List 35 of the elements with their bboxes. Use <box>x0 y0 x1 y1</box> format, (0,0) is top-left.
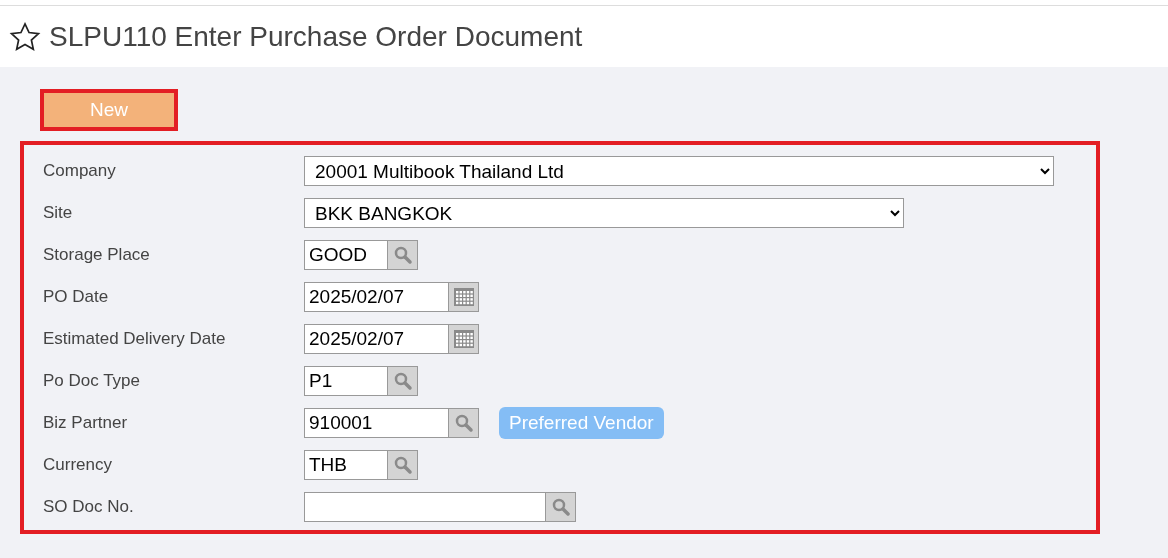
search-button[interactable] <box>388 450 418 480</box>
search-icon <box>392 455 413 475</box>
field-label: Currency <box>43 454 113 477</box>
date-field[interactable]: 2025/02/07 <box>304 282 449 312</box>
field-label: Site <box>43 202 74 225</box>
search-icon <box>392 245 413 265</box>
input-field[interactable]: P1 <box>304 366 388 396</box>
calendar-icon <box>452 329 475 349</box>
field-label: Biz Partner <box>43 412 129 435</box>
input-field[interactable]: GOOD <box>304 240 388 270</box>
input-field[interactable]: THB <box>304 450 388 480</box>
field-label: PO Date <box>43 286 110 309</box>
search-button[interactable] <box>546 492 576 522</box>
input-field[interactable]: 910001 <box>304 408 449 438</box>
calendar-button[interactable] <box>449 282 479 312</box>
search-button[interactable] <box>449 408 479 438</box>
search-icon <box>550 497 571 517</box>
field-label: Storage Place <box>43 244 151 267</box>
search-button[interactable] <box>388 240 418 270</box>
input-field[interactable] <box>304 492 546 522</box>
calendar-button[interactable] <box>449 324 479 354</box>
search-button[interactable] <box>388 366 418 396</box>
status-badge: Preferred Vendor <box>499 406 664 440</box>
dropdown-field[interactable]: BKK BANGKOK <box>304 198 904 228</box>
star-icon[interactable] <box>9 21 41 52</box>
field-label: SO Doc No. <box>43 496 135 519</box>
field-label: Estimated Delivery Date <box>43 328 227 351</box>
field-label: Company <box>43 160 117 183</box>
page-title: SLPU110 Enter Purchase Order Document <box>49 19 583 54</box>
search-icon <box>453 413 474 433</box>
field-label: Po Doc Type <box>43 370 142 393</box>
search-icon <box>392 371 413 391</box>
dropdown-field[interactable]: 20001 Multibook Thailand Ltd <box>304 156 1054 186</box>
calendar-icon <box>452 287 475 307</box>
date-field[interactable]: 2025/02/07 <box>304 324 449 354</box>
